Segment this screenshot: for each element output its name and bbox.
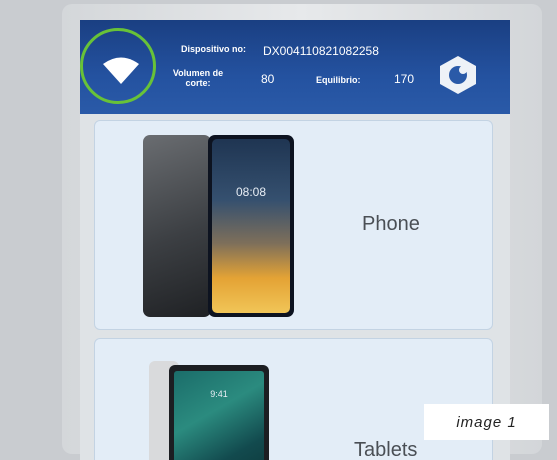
kiosk-screen: Dispositivo no: DX004110821082258 Volume… bbox=[80, 20, 510, 460]
tablet-image-screen: 9:41 bbox=[174, 371, 264, 460]
phone-image-back bbox=[143, 135, 211, 317]
header-bar: Dispositivo no: DX004110821082258 Volume… bbox=[80, 20, 510, 114]
balance-label: Equilibrio: bbox=[316, 75, 361, 85]
volume-value: 80 bbox=[261, 72, 275, 86]
phone-label: Phone bbox=[362, 213, 420, 235]
balance-value: 170 bbox=[394, 72, 415, 86]
wifi-highlight-ring bbox=[80, 28, 156, 104]
category-card-tablets[interactable]: 9:41 Tablets bbox=[94, 338, 493, 460]
tablet-screen-time: 9:41 bbox=[210, 389, 228, 399]
phone-screen-time: 08:08 bbox=[235, 185, 267, 199]
device-id: DX004110821082258 bbox=[263, 44, 379, 58]
phone-image-screen: 08:08 bbox=[212, 139, 290, 313]
category-card-phone[interactable]: 08:08 Phone bbox=[94, 120, 493, 330]
volume-label: Volumen de corte: bbox=[172, 68, 224, 88]
phone-image-front: 08:08 bbox=[208, 135, 294, 317]
device-label: Dispositivo no: bbox=[181, 44, 246, 54]
app-logo-icon bbox=[440, 56, 476, 94]
tablets-label: Tablets bbox=[354, 439, 418, 460]
image-caption: image 1 bbox=[424, 404, 549, 440]
